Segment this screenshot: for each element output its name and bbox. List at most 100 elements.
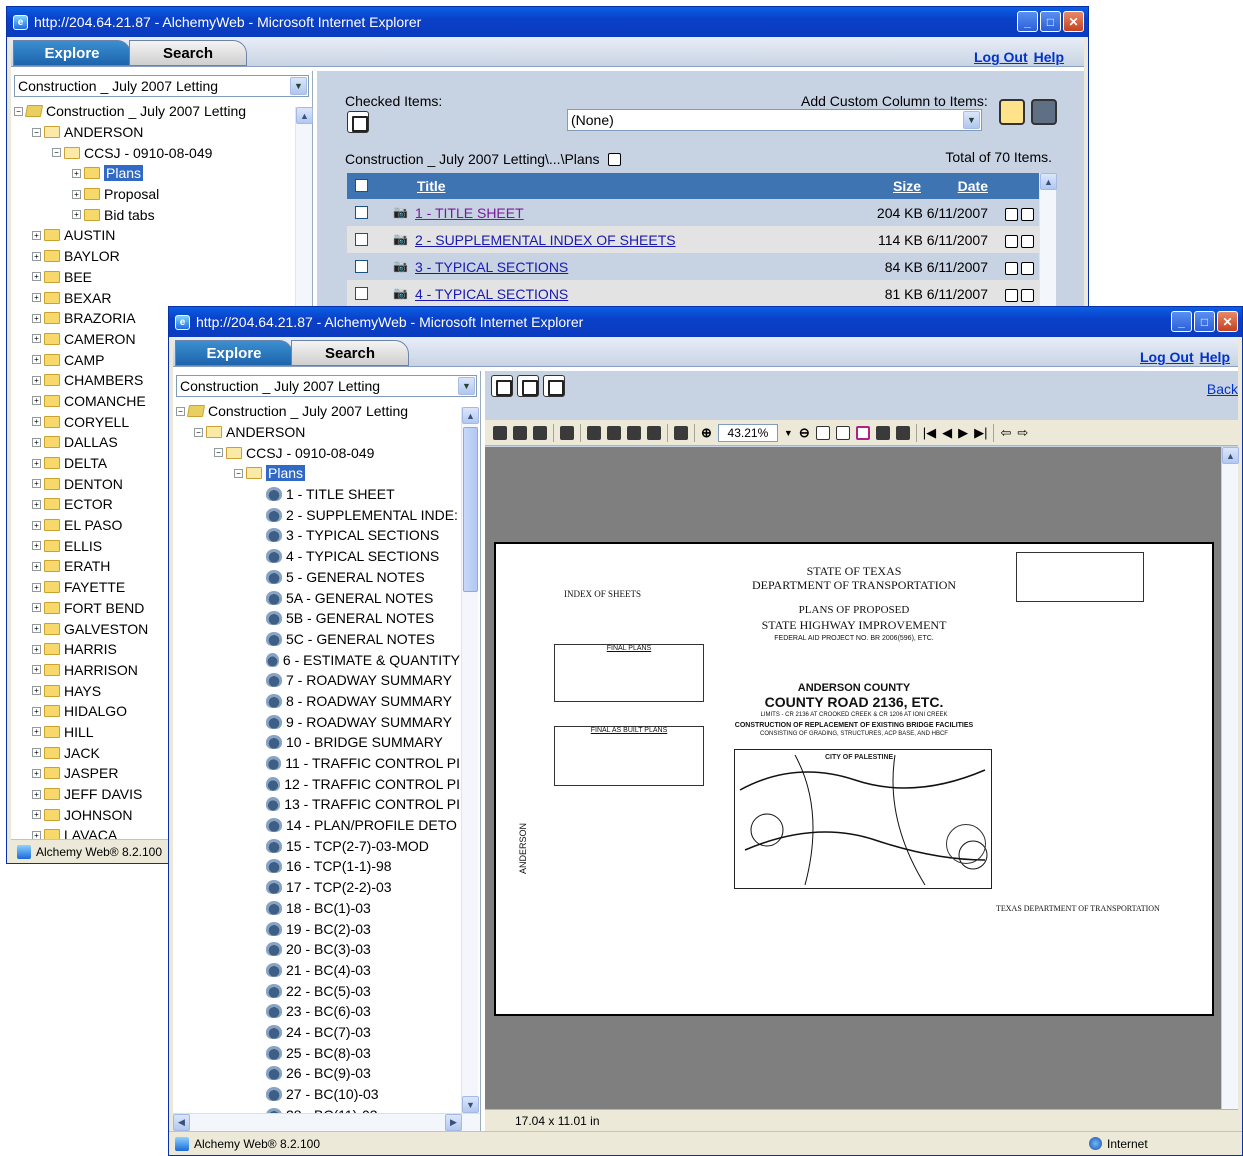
prev-page-icon[interactable]: ◀ xyxy=(942,425,952,441)
tree-document[interactable]: 5B - GENERAL NOTES xyxy=(176,608,460,629)
tree-node[interactable]: − Construction _ July 2007 Letting xyxy=(14,101,309,122)
tree-node[interactable]: + BEXAR xyxy=(14,287,309,308)
column-date[interactable]: Date xyxy=(958,178,988,194)
scroll-up-icon[interactable]: ▲ xyxy=(296,107,313,124)
tree-document[interactable]: 5 - GENERAL NOTES xyxy=(176,567,460,588)
expand-icon[interactable]: + xyxy=(32,810,41,820)
scroll-up-icon[interactable]: ▲ xyxy=(1222,447,1239,464)
pdf-icon[interactable] xyxy=(1005,261,1018,275)
column-size[interactable]: Size xyxy=(893,178,921,194)
back-arrow-icon[interactable]: ⇦ xyxy=(1000,425,1011,441)
highlight-icon[interactable] xyxy=(647,425,661,440)
tree-node[interactable]: − CCSJ - 0910-08-049 xyxy=(14,142,309,163)
tree-document[interactable]: 11 - TRAFFIC CONTROL PI xyxy=(176,753,460,774)
expand-icon[interactable]: + xyxy=(32,727,41,737)
chevron-down-icon[interactable]: ▼ xyxy=(458,377,475,395)
print-setup-icon[interactable] xyxy=(513,425,527,440)
scroll-left-icon[interactable]: ◀ xyxy=(173,1114,190,1131)
zoom-in-icon[interactable]: ⊕ xyxy=(701,425,712,441)
expand-icon[interactable]: + xyxy=(32,417,41,427)
tab-explore[interactable]: Explore xyxy=(13,40,131,66)
pdf-icon[interactable] xyxy=(608,152,622,166)
expand-icon[interactable]: + xyxy=(32,603,41,613)
back-link[interactable]: Back xyxy=(1207,381,1238,397)
tree-node-plans[interactable]: + Plans xyxy=(14,163,309,184)
minimize-button[interactable]: _ xyxy=(1017,11,1038,32)
select-icon[interactable] xyxy=(627,425,641,440)
expand-icon[interactable]: + xyxy=(32,768,41,778)
collapse-icon[interactable]: − xyxy=(176,406,185,416)
fit-width-icon[interactable] xyxy=(855,425,870,440)
scrollbar-thumb[interactable] xyxy=(463,427,478,592)
tree-document[interactable]: 9 - ROADWAY SUMMARY xyxy=(176,711,460,732)
tree-document[interactable]: 17 - TCP(2-2)-03 xyxy=(176,877,460,898)
find-icon[interactable] xyxy=(587,425,601,440)
logout-link[interactable]: Log Out xyxy=(1140,349,1194,365)
collapse-icon[interactable]: − xyxy=(14,106,23,116)
tree-document[interactable]: 6 - ESTIMATE & QUANTITY xyxy=(176,649,460,670)
expand-icon[interactable]: + xyxy=(32,686,41,696)
pdf-icon[interactable] xyxy=(1005,207,1018,221)
expand-icon[interactable]: + xyxy=(32,437,41,447)
collapse-icon[interactable]: − xyxy=(234,468,243,478)
tools-icon[interactable] xyxy=(560,425,574,440)
expand-icon[interactable]: + xyxy=(32,789,41,799)
expand-icon[interactable]: + xyxy=(72,210,81,220)
tree-document[interactable]: 8 - ROADWAY SUMMARY xyxy=(176,691,460,712)
tree-node[interactable]: + BEE xyxy=(14,267,309,288)
tree-document[interactable]: 19 - BC(2)-03 xyxy=(176,918,460,939)
maximize-button[interactable]: □ xyxy=(1194,311,1215,332)
maximize-button[interactable]: □ xyxy=(1040,11,1061,32)
grid-view-icon[interactable] xyxy=(999,99,1025,125)
expand-icon[interactable]: + xyxy=(32,396,41,406)
expand-icon[interactable]: + xyxy=(32,624,41,634)
tab-search[interactable]: Search xyxy=(129,40,247,66)
tree-document[interactable]: 23 - BC(6)-03 xyxy=(176,1001,460,1022)
folder-select[interactable]: Construction _ July 2007 Letting ▼ xyxy=(176,375,477,397)
zoom-input[interactable]: 43.21% xyxy=(717,423,778,442)
tree-node[interactable]: − ANDERSON xyxy=(176,422,460,443)
expand-icon[interactable]: + xyxy=(32,458,41,468)
expand-icon[interactable]: + xyxy=(32,541,41,551)
tree-document[interactable]: 16 - TCP(1-1)-98 xyxy=(176,856,460,877)
scroll-right-icon[interactable]: ▶ xyxy=(445,1114,462,1131)
tree-document[interactable]: 1 - TITLE SHEET xyxy=(176,484,460,505)
help-link[interactable]: Help xyxy=(1200,349,1230,365)
tree-document[interactable]: 25 - BC(8)-03 xyxy=(176,1042,460,1063)
tree-document[interactable]: 12 - TRAFFIC CONTROL PI xyxy=(176,773,460,794)
tree-document[interactable]: 10 - BRIDGE SUMMARY xyxy=(176,732,460,753)
row-title-link[interactable]: 2 - SUPPLEMENTAL INDEX OF SHEETS xyxy=(415,232,676,248)
expand-icon[interactable]: + xyxy=(32,230,41,240)
row-title-link[interactable]: 1 - TITLE SHEET xyxy=(415,205,524,221)
first-page-icon[interactable]: |◀ xyxy=(923,425,936,441)
search-icon[interactable] xyxy=(607,425,621,440)
expand-icon[interactable]: + xyxy=(32,520,41,530)
expand-icon[interactable]: + xyxy=(32,748,41,758)
row-title-link[interactable]: 3 - TYPICAL SECTIONS xyxy=(415,259,568,275)
chevron-down-icon[interactable]: ▼ xyxy=(784,428,793,438)
custom-column-select[interactable]: (None) ▼ xyxy=(567,109,982,131)
expand-icon[interactable]: + xyxy=(32,644,41,654)
minimize-button[interactable]: _ xyxy=(1171,311,1192,332)
expand-icon[interactable]: + xyxy=(32,334,41,344)
tree-node[interactable]: + Proposal xyxy=(14,184,309,205)
properties-icon[interactable] xyxy=(543,375,565,397)
text-icon[interactable] xyxy=(674,425,688,440)
tree-document[interactable]: 5A - GENERAL NOTES xyxy=(176,587,460,608)
forward-arrow-icon[interactable]: ⇨ xyxy=(1017,425,1028,441)
expand-icon[interactable]: + xyxy=(32,582,41,592)
scroll-up-icon[interactable]: ▲ xyxy=(462,407,479,424)
save-icon[interactable] xyxy=(493,425,507,440)
expand-icon[interactable]: + xyxy=(32,706,41,716)
pdf-icon[interactable] xyxy=(1005,234,1018,248)
tab-search[interactable]: Search xyxy=(291,340,409,366)
tree-document[interactable]: 22 - BC(5)-03 xyxy=(176,980,460,1001)
tree-document[interactable]: 20 - BC(3)-03 xyxy=(176,939,460,960)
tree-node[interactable]: − CCSJ - 0910-08-049 xyxy=(176,442,460,463)
next-page-icon[interactable]: ▶ xyxy=(958,425,968,441)
chevron-down-icon[interactable]: ▼ xyxy=(290,77,307,95)
tree-document[interactable]: 7 - ROADWAY SUMMARY xyxy=(176,670,460,691)
thumbnails-icon[interactable] xyxy=(895,425,910,440)
row-checkbox[interactable] xyxy=(355,233,368,246)
horizontal-scrollbar[interactable]: ◀ ▶ xyxy=(173,1113,480,1131)
